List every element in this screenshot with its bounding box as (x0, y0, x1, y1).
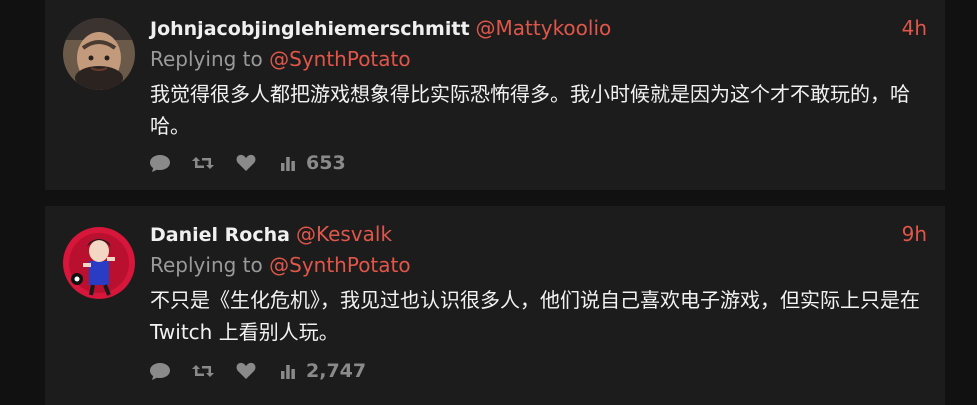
tweet-actions: 653 (148, 150, 346, 176)
user-handle[interactable]: @Mattykoolio (476, 16, 612, 40)
display-name[interactable]: Johnjacobjinglehiemerschmitt (150, 18, 470, 40)
views-icon (280, 150, 296, 176)
like-icon[interactable] (236, 358, 256, 384)
tweet-content: Johnjacobjinglehiemerschmitt @Mattykoolio… (150, 12, 927, 142)
like-icon[interactable] (236, 150, 256, 176)
replying-to-label: Replying to (150, 47, 263, 71)
replying-to: Replying to @SynthPotato (150, 44, 927, 74)
replying-to-label: Replying to (150, 253, 263, 277)
replying-to-handle[interactable]: @SynthPotato (269, 253, 410, 277)
view-count: 2,747 (306, 360, 367, 382)
reply-feed: Johnjacobjinglehiemerschmitt @Mattykoolio… (0, 0, 977, 405)
avatar[interactable] (63, 227, 135, 299)
retweet-icon[interactable] (191, 150, 215, 176)
replying-to: Replying to @SynthPotato (150, 250, 927, 280)
reply-tweet[interactable]: Johnjacobjinglehiemerschmitt @Mattykoolio… (45, 0, 945, 190)
retweet-icon[interactable] (191, 358, 215, 384)
timestamp[interactable]: 4h (902, 12, 927, 44)
user-handle[interactable]: @Kesvalk (296, 222, 392, 246)
tweet-header: Johnjacobjinglehiemerschmitt @Mattykoolio… (150, 12, 927, 44)
reply-icon[interactable] (148, 150, 172, 176)
display-name[interactable]: Daniel Rocha (150, 224, 290, 246)
replying-to-handle[interactable]: @SynthPotato (269, 47, 410, 71)
views-icon (280, 358, 296, 384)
tweet-text: 我觉得很多人都把游戏想象得比实际恐怖得多。我小时候就是因为这个才不敢玩的，哈哈。 (150, 82, 910, 138)
tweet-actions: 2,747 (148, 358, 366, 384)
reply-tweet[interactable]: Daniel Rocha @Kesvalk 9h Replying to @Syn… (45, 206, 945, 405)
tweet-header: Daniel Rocha @Kesvalk 9h (150, 218, 927, 250)
tweet-content: Daniel Rocha @Kesvalk 9h Replying to @Syn… (150, 218, 927, 348)
tweet-text: 不只是《生化危机》，我见过也认识很多人，他们说自己喜欢电子游戏，但实际上只是在 … (150, 288, 920, 344)
view-count: 653 (306, 152, 346, 174)
timestamp[interactable]: 9h (902, 218, 927, 250)
reply-icon[interactable] (148, 358, 172, 384)
avatar[interactable] (63, 18, 135, 90)
